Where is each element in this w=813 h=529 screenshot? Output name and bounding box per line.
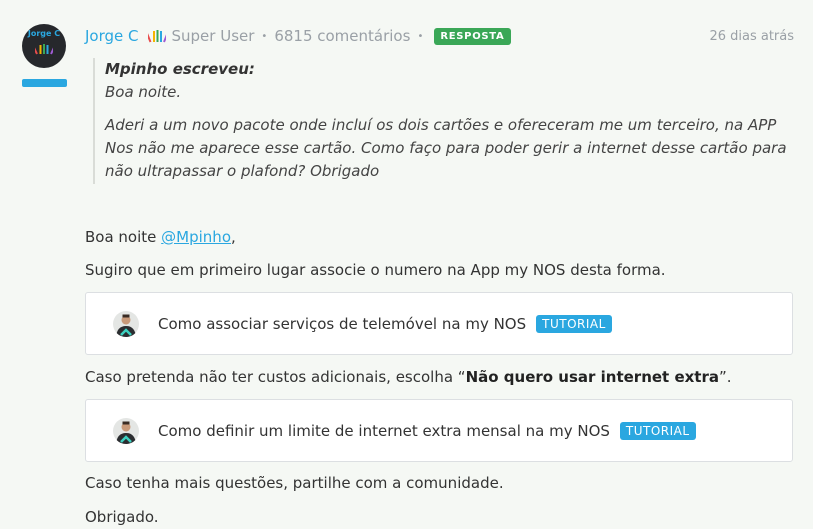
answer-badge: RESPOSTA bbox=[434, 27, 511, 45]
p2-prefix: Caso pretenda não ter custos adicionais,… bbox=[85, 368, 466, 386]
quoted-message: Mpinho escreveu: Boa noite. Aderi a um n… bbox=[93, 58, 793, 184]
reply-signoff: Obrigado. bbox=[85, 508, 159, 526]
greeting-prefix: Boa noite bbox=[85, 228, 162, 246]
rank-icon bbox=[147, 29, 166, 43]
timestamp: 26 dias atrás bbox=[709, 28, 794, 44]
author-role: Super User bbox=[171, 27, 255, 45]
separator: • bbox=[261, 30, 268, 42]
tutorial-thumbnail bbox=[113, 417, 139, 444]
comment-count: 6815 comentários bbox=[274, 27, 411, 45]
tutorial-title: Como associar serviços de telemóvel na m… bbox=[158, 314, 527, 333]
post-meta: Jorge C Super User • 6815 comentários • … bbox=[85, 25, 794, 47]
reply-paragraph-3: Caso tenha mais questões, partilhe com a… bbox=[85, 474, 504, 492]
quote-author: Mpinho escreveu: bbox=[105, 60, 255, 78]
tutorial-title: Como definir um limite de internet extra… bbox=[158, 421, 610, 440]
p2-suffix: ”. bbox=[719, 368, 732, 386]
rank-bar bbox=[22, 79, 67, 87]
tutorial-thumbnail bbox=[113, 310, 139, 337]
separator: • bbox=[417, 30, 424, 42]
p2-emphasis: Não quero usar internet extra bbox=[465, 368, 719, 386]
reply-greeting: Boa noite @Mpinho, bbox=[85, 226, 236, 248]
author-link[interactable]: Jorge C bbox=[85, 27, 139, 45]
tutorial-card-limit[interactable]: Como definir um limite de internet extra… bbox=[85, 399, 793, 462]
avatar[interactable]: Jorge C bbox=[22, 24, 66, 68]
user-mention-link[interactable]: @Mpinho bbox=[161, 228, 231, 246]
reply-paragraph-1: Sugiro que em primeiro lugar associe o n… bbox=[85, 261, 666, 279]
quote-body: Aderi a um novo pacote onde incluí os do… bbox=[105, 116, 787, 180]
tutorial-tag: TUTORIAL bbox=[619, 421, 696, 440]
rank-icon bbox=[33, 40, 55, 59]
reply-paragraph-2: Caso pretenda não ter custos adicionais,… bbox=[85, 366, 732, 388]
author-avatar-column: Jorge C bbox=[22, 24, 68, 87]
avatar-label: Jorge C bbox=[27, 29, 61, 38]
tutorial-card-associate[interactable]: Como associar serviços de telemóvel na m… bbox=[85, 292, 793, 355]
tutorial-tag: TUTORIAL bbox=[536, 314, 612, 333]
quote-greeting: Boa noite. bbox=[105, 83, 182, 101]
greeting-suffix: , bbox=[231, 228, 236, 246]
